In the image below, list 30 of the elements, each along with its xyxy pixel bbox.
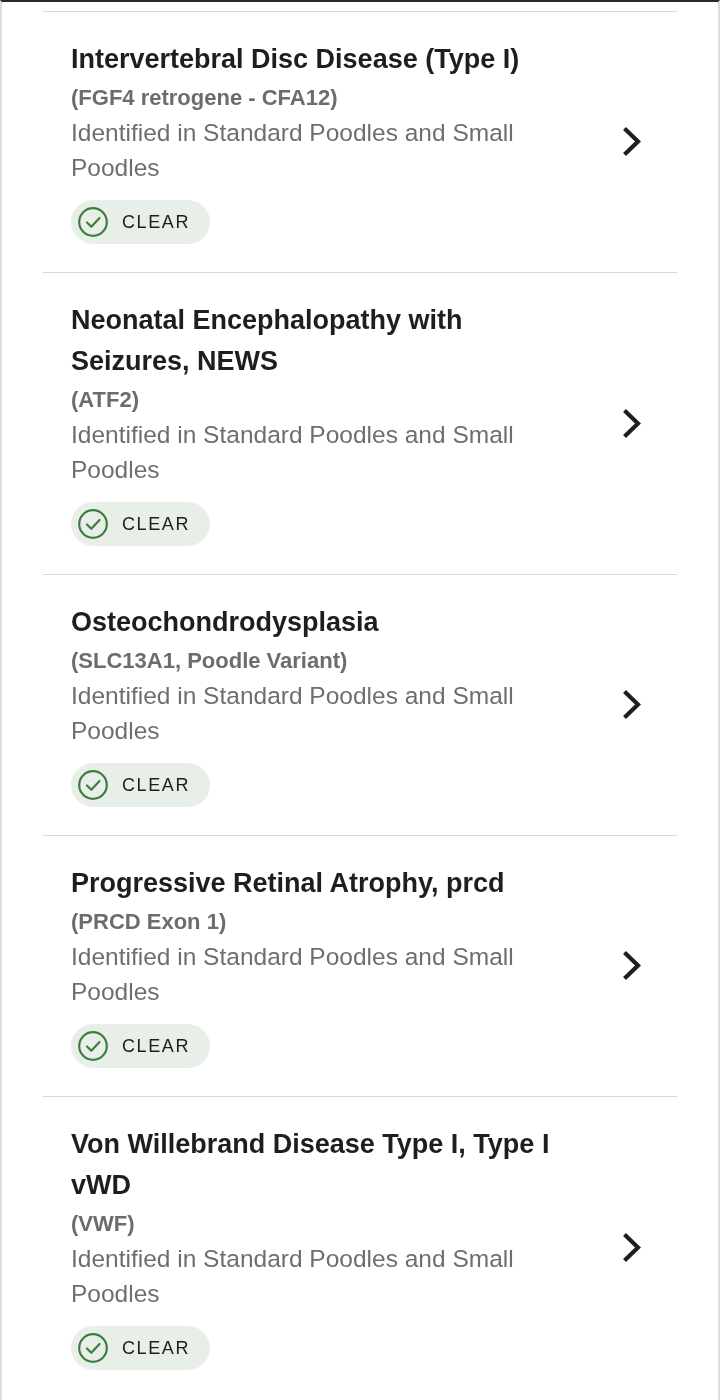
- gene-label: (ATF2): [71, 386, 141, 414]
- test-title: Von Willebrand Disease Type I, Type I vWD: [71, 1128, 551, 1202]
- check-circle-icon: [78, 207, 108, 237]
- gene-label: (FGF4 retrogene - CFA12): [71, 84, 339, 112]
- test-description: Identified in Standard Poodles and Small Poodles: [71, 118, 515, 183]
- chevron-right-icon[interactable]: [622, 126, 641, 157]
- test-title: Osteochondrodysplasia: [71, 606, 380, 639]
- status-label: CLEAR: [122, 1337, 191, 1359]
- check-circle-icon: [78, 770, 108, 800]
- gene-label: (PRCD Exon 1): [71, 908, 228, 936]
- chevron-right-icon[interactable]: [622, 1231, 641, 1263]
- chevron-right-icon[interactable]: [622, 407, 641, 439]
- test-description: Identified in Standard Poodles and Small Poodles: [71, 942, 515, 1007]
- status-label: CLEAR: [122, 774, 191, 796]
- status-label: CLEAR: [122, 211, 191, 233]
- gene-label: (SLC13A1, Poodle Variant): [71, 647, 349, 675]
- test-title: Progressive Retinal Atrophy, prcd: [71, 867, 506, 900]
- check-circle-icon: [78, 509, 108, 539]
- status-label: CLEAR: [122, 1035, 191, 1057]
- test-title: Neonatal Encephalopathy with Seizures, NEWS: [71, 304, 464, 378]
- chevron-right-icon[interactable]: [622, 689, 641, 720]
- chevron-right-icon[interactable]: [622, 950, 641, 981]
- test-title: Intervertebral Disc Disease (Type I): [71, 43, 521, 76]
- status-label: CLEAR: [122, 513, 191, 535]
- test-description: Identified in Standard Poodles and Small Poodles: [71, 420, 515, 485]
- test-description: Identified in Standard Poodles and Small Poodles: [71, 1244, 515, 1309]
- gene-label: (VWF): [71, 1210, 136, 1238]
- check-circle-icon: [78, 1031, 108, 1061]
- test-description: Identified in Standard Poodles and Small Poodles: [71, 681, 515, 746]
- check-circle-icon: [78, 1333, 108, 1363]
